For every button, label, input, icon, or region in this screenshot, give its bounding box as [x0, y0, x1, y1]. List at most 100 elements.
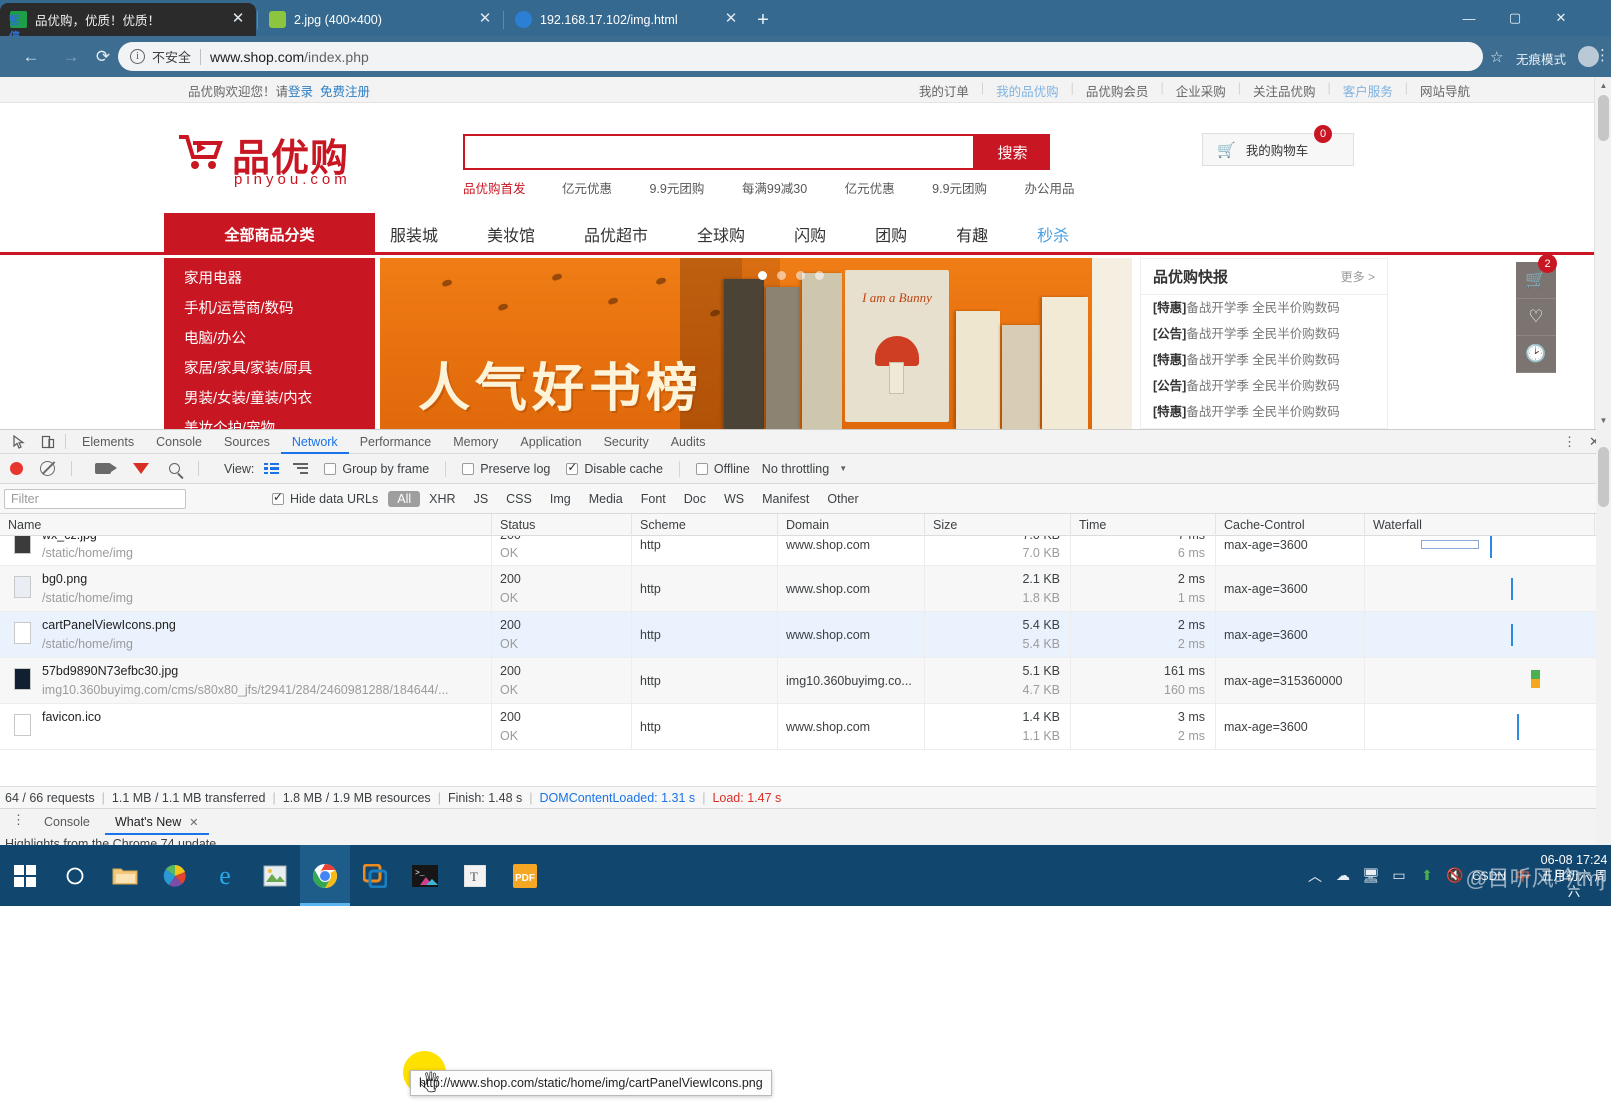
devtools-more-icon[interactable]: ⋮	[1557, 430, 1582, 454]
cortana-search-icon[interactable]	[50, 845, 100, 906]
type-filter-font[interactable]: Font	[632, 491, 675, 507]
devtools-tab-network[interactable]: Network	[281, 430, 349, 454]
browser-tab-1[interactable]: 2.jpg (400×400) ✕	[259, 3, 503, 36]
category-item-2[interactable]: 电脑/办公	[164, 324, 375, 354]
category-item-0[interactable]: 家用电器	[164, 264, 375, 294]
hot-keyword-6[interactable]: 办公用品	[1025, 182, 1075, 196]
hot-keyword-0[interactable]: 品优购首发	[463, 182, 526, 196]
hot-keyword-4[interactable]: 亿元优惠	[845, 182, 895, 196]
capture-screenshots-icon[interactable]	[95, 463, 111, 474]
banner-dot-1[interactable]	[777, 271, 786, 280]
type-filter-manifest[interactable]: Manifest	[753, 491, 818, 507]
vmware-icon[interactable]	[350, 845, 400, 906]
drawer-menu-icon[interactable]: ⋮	[12, 815, 25, 825]
search-icon[interactable]	[169, 463, 180, 474]
hot-keyword-1[interactable]: 亿元优惠	[562, 182, 612, 196]
news-item-3[interactable]: [公告]备战开学季 全民半价购数码	[1141, 373, 1387, 399]
browser-tab-2[interactable]: 192.168.17.102/img.html ✕	[505, 3, 749, 36]
disable-cache-control[interactable]: Disable cache	[566, 462, 663, 476]
site-logo[interactable]: 品优购 pinyou.com	[178, 127, 378, 190]
banner-dot-2[interactable]	[796, 271, 805, 280]
devtools-tab-console[interactable]: Console	[145, 430, 213, 454]
type-filter-other[interactable]: Other	[818, 491, 867, 507]
page-scrollbar-thumb[interactable]	[1598, 95, 1609, 141]
disable-cache-checkbox[interactable]	[566, 463, 578, 475]
news-item-0[interactable]: [特惠]备战开学季 全民半价购数码	[1141, 295, 1387, 321]
category-item-4[interactable]: 男装/女装/童装/内衣	[164, 384, 375, 414]
devtools-tab-memory[interactable]: Memory	[442, 430, 509, 454]
column-header-scheme[interactable]: Scheme	[631, 514, 777, 536]
chevron-down-icon[interactable]: ▼	[839, 464, 847, 473]
type-filter-doc[interactable]: Doc	[675, 491, 715, 507]
file-explorer-icon[interactable]	[100, 845, 150, 906]
devtools-tab-security[interactable]: Security	[593, 430, 660, 454]
nav-item-3[interactable]: 全球购	[697, 222, 745, 246]
hot-keyword-2[interactable]: 9.9元团购	[650, 182, 705, 196]
address-bar[interactable]: i 不安全 www.shop.com/index.php	[118, 42, 1483, 71]
column-header-time[interactable]: Time	[1070, 514, 1215, 536]
preserve-log-checkbox[interactable]	[462, 463, 474, 475]
throttling-select[interactable]: No throttling	[762, 462, 829, 476]
tab-close-icon-1[interactable]: ✕	[477, 12, 493, 28]
nav-item-5[interactable]: 团购	[875, 222, 907, 246]
preserve-log-control[interactable]: Preserve log	[462, 462, 550, 476]
topbar-link-0[interactable]: 我的订单	[907, 81, 981, 100]
column-header-size[interactable]: Size	[924, 514, 1070, 536]
window-maximize-button[interactable]: ▢	[1492, 0, 1538, 36]
column-header-name[interactable]: Name	[0, 514, 491, 536]
offline-checkbox[interactable]	[696, 463, 708, 475]
type-filter-css[interactable]: CSS	[497, 491, 541, 507]
browser-menu-icon[interactable]: ⋮	[1595, 46, 1610, 64]
typora-icon[interactable]: T	[450, 845, 500, 906]
news-item-1[interactable]: [公告]备战开学季 全民半价购数码	[1141, 321, 1387, 347]
filter-icon[interactable]	[133, 463, 149, 474]
hide-data-urls-control[interactable]: Hide data URLs	[272, 492, 378, 506]
drawer-tab-console[interactable]: Console	[34, 809, 100, 835]
topbar-link-2[interactable]: 品优购会员	[1074, 81, 1161, 100]
type-filter-xhr[interactable]: XHR	[420, 491, 464, 507]
type-filter-js[interactable]: JS	[465, 491, 498, 507]
table-row[interactable]: cartPanelViewIcons.png /static/home/img …	[0, 612, 1611, 658]
group-by-frame-control[interactable]: Group by frame	[324, 462, 429, 476]
scroll-down-arrow[interactable]: ▼	[1595, 412, 1611, 429]
clear-button[interactable]	[40, 461, 55, 476]
type-filter-img[interactable]: Img	[541, 491, 580, 507]
search-button[interactable]: 搜索	[975, 134, 1050, 170]
side-favorites-button[interactable]: ♡	[1516, 299, 1556, 336]
hide-data-urls-checkbox[interactable]	[272, 493, 284, 505]
devtools-scrollbar[interactable]	[1596, 429, 1611, 845]
pdf-icon[interactable]: PDF	[500, 845, 550, 906]
devtools-tab-audits[interactable]: Audits	[660, 430, 717, 454]
promo-banner[interactable]: I am a Bunny 人气好书榜	[380, 258, 1132, 429]
banner-dot-0[interactable]	[758, 271, 767, 280]
type-filter-all[interactable]: All	[388, 491, 420, 507]
topbar-link-4[interactable]: 关注品优购	[1241, 81, 1328, 100]
all-categories-button[interactable]: 全部商品分类	[164, 213, 375, 255]
news-more-link[interactable]: 更多 >	[1341, 268, 1375, 285]
terminal-icon[interactable]: >_	[400, 845, 450, 906]
record-button[interactable]	[10, 462, 23, 475]
filter-input[interactable]: Filter	[4, 489, 186, 509]
news-item-4[interactable]: [特惠]备战开学季 全民半价购数码	[1141, 399, 1387, 425]
my-cart-button[interactable]: 🛒 我的购物车 0	[1202, 133, 1354, 166]
table-row[interactable]: bg0.png /static/home/img 200 OK http www…	[0, 566, 1611, 612]
window-minimize-button[interactable]: —	[1446, 0, 1492, 36]
photos-icon[interactable]	[150, 845, 200, 906]
column-header-waterfall[interactable]: Waterfall	[1364, 514, 1594, 536]
bookmark-star-icon[interactable]: ☆	[1490, 48, 1503, 66]
column-header-status[interactable]: Status	[491, 514, 631, 536]
news-item-2[interactable]: [特惠]备战开学季 全民半价购数码	[1141, 347, 1387, 373]
new-tab-button[interactable]: +	[751, 9, 775, 33]
drawer-tab-whats-new[interactable]: What's New ✕	[105, 809, 209, 835]
devtools-tab-performance[interactable]: Performance	[349, 430, 443, 454]
table-row[interactable]: favicon.ico 200 OK http www.shop.com 1.4…	[0, 704, 1611, 750]
list-view-icon[interactable]	[264, 463, 279, 475]
tab-close-icon-2[interactable]: ✕	[723, 12, 739, 28]
group-by-frame-checkbox[interactable]	[324, 463, 336, 475]
window-close-button[interactable]: ✕	[1538, 0, 1584, 36]
chrome-icon[interactable]	[300, 845, 350, 906]
nav-item-2[interactable]: 品优超市	[584, 222, 648, 246]
category-item-5[interactable]: 美妆个护/宠物	[164, 414, 375, 429]
windows-start-icon[interactable]	[0, 845, 50, 906]
drawer-tab-close-icon[interactable]: ✕	[189, 816, 198, 829]
